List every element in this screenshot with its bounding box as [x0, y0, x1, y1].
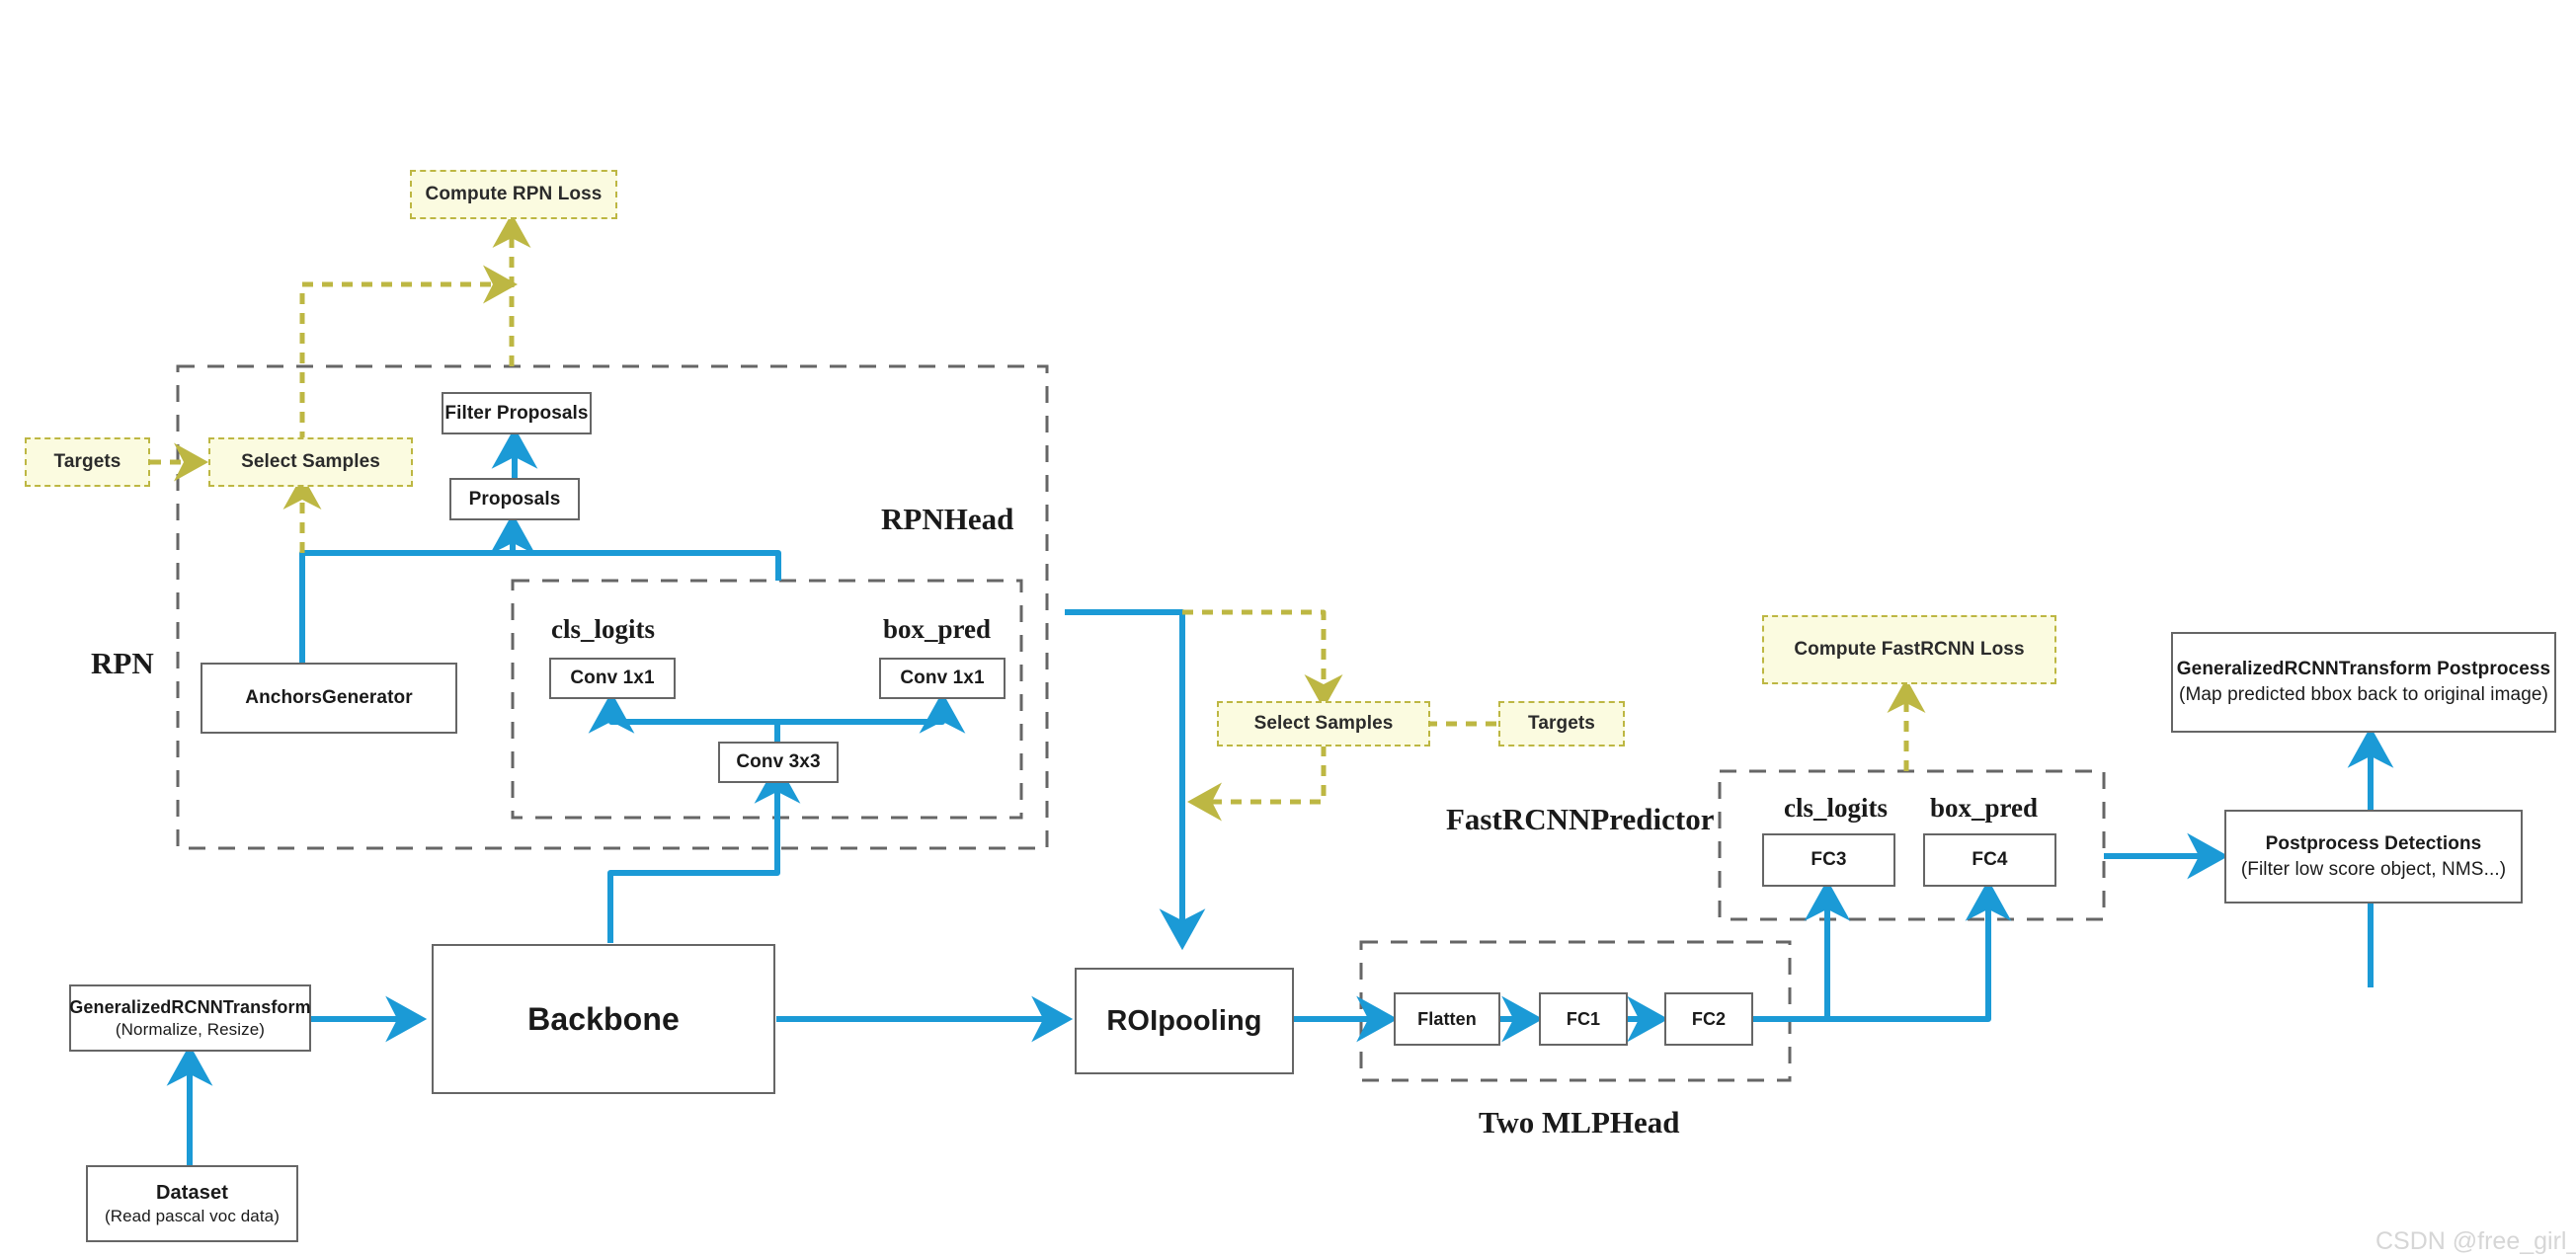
node-select-samples-frcnn[interactable]: Select Samples — [1217, 701, 1430, 747]
node-fc1[interactable]: FC1 — [1539, 992, 1628, 1046]
node-backbone[interactable]: Backbone — [432, 944, 775, 1094]
group-label-fastrcnnpredictor: FastRCNNPredictor — [1446, 802, 1715, 836]
node-sublabel: (Read pascal voc data) — [104, 1206, 280, 1225]
label-rpn-cls-logits: cls_logits — [551, 614, 655, 644]
node-label: FC4 — [1972, 849, 2008, 870]
node-fc2[interactable]: FC2 — [1664, 992, 1753, 1046]
node-sublabel: (Filter low score object, NMS...) — [2240, 858, 2507, 880]
group-label-rpn: RPN — [91, 646, 154, 680]
label-rpn-box-pred: box_pred — [883, 614, 992, 644]
node-label: Filter Proposals — [444, 402, 589, 424]
node-label: Targets — [53, 451, 121, 472]
node-select-samples-rpn[interactable]: Select Samples — [208, 437, 413, 487]
node-label: Select Samples — [241, 451, 380, 472]
node-label: GeneralizedRCNNTransform Postprocess — [2176, 659, 2551, 680]
node-label: Dataset — [156, 1181, 228, 1204]
node-rpn-conv1x1-box[interactable]: Conv 1x1 — [879, 658, 1006, 699]
node-label: GeneralizedRCNNTransform — [69, 997, 311, 1018]
edge-conv3x3-to-cls — [588, 691, 780, 743]
node-dataset[interactable]: Dataset (Read pascal voc data) — [86, 1165, 298, 1242]
label-frcnn-box-pred: box_pred — [1930, 793, 2039, 823]
watermark: CSDN @free_girl_fang — [2375, 1227, 2576, 1255]
edge-fc2-to-fc3 — [1753, 879, 1851, 1022]
edge-conv3x3-to-box — [774, 691, 966, 743]
edge-rpnhead-trunk-left — [299, 550, 513, 664]
node-rpn-conv1x1-cls[interactable]: Conv 1x1 — [549, 658, 676, 699]
node-flatten[interactable]: Flatten — [1394, 992, 1500, 1046]
node-proposals[interactable]: Proposals — [449, 478, 580, 520]
node-anchors-generator[interactable]: AnchorsGenerator — [201, 663, 457, 734]
edge-selectsamples-frcnn-loopback — [1187, 746, 1327, 822]
node-rpn-conv3x3[interactable]: Conv 3x3 — [718, 742, 839, 783]
node-compute-rpn-loss[interactable]: Compute RPN Loss — [410, 170, 617, 219]
edge-rpn-to-roipooling — [1065, 609, 1206, 951]
label-frcnn-cls-logits: cls_logits — [1784, 793, 1888, 823]
node-label: ROIpooling — [1106, 1004, 1262, 1037]
group-label-rpnhead: RPNHead — [881, 502, 1014, 536]
node-label: Conv 1x1 — [570, 668, 655, 688]
node-postprocess-detections[interactable]: Postprocess Detections (Filter low score… — [2224, 810, 2523, 904]
node-sublabel: (Normalize, Resize) — [115, 1019, 266, 1039]
edge-fc2-to-fc4 — [1827, 887, 1991, 1022]
node-label: Conv 1x1 — [900, 668, 985, 688]
node-label: Conv 3x3 — [736, 751, 821, 772]
node-filter-proposals[interactable]: Filter Proposals — [442, 392, 592, 434]
node-label: Proposals — [468, 488, 561, 510]
node-roipooling[interactable]: ROIpooling — [1075, 968, 1294, 1074]
node-compute-fastrcnn-loss[interactable]: Compute FastRCNN Loss — [1762, 615, 2056, 684]
diagram-canvas: Compute RPN Loss Targets Select Samples … — [0, 0, 2576, 1258]
node-targets-rpn[interactable]: Targets — [25, 437, 150, 487]
edge-proposals-to-selectsamples-frcnn — [1182, 609, 1343, 709]
node-label: AnchorsGenerator — [245, 687, 413, 708]
edge-rpnhead-to-proposals — [489, 512, 781, 581]
node-generalized-rcnn-transform-postprocess[interactable]: GeneralizedRCNNTransform Postprocess (Ma… — [2171, 632, 2556, 733]
group-label-two-mlphead: Two MLPHead — [1479, 1105, 1680, 1140]
node-label: FC3 — [1811, 849, 1847, 870]
node-label: Postprocess Detections — [2265, 832, 2482, 854]
node-label: Backbone — [527, 1000, 680, 1037]
node-generalized-rcnn-transform[interactable]: GeneralizedRCNNTransform (Normalize, Res… — [69, 984, 311, 1052]
edge-backbone-to-conv3x3 — [607, 761, 801, 943]
node-fc3[interactable]: FC3 — [1762, 833, 1895, 887]
node-fc4[interactable]: FC4 — [1923, 833, 2056, 887]
node-label: Targets — [1528, 713, 1595, 734]
node-label: Flatten — [1417, 1008, 1477, 1029]
node-label: FC2 — [1691, 1008, 1727, 1029]
node-label: FC1 — [1566, 1008, 1601, 1029]
node-label: Compute RPN Loss — [425, 184, 603, 204]
node-label: Compute FastRCNN Loss — [1794, 639, 2025, 660]
node-targets-frcnn[interactable]: Targets — [1498, 701, 1625, 747]
node-label: Select Samples — [1253, 713, 1394, 734]
node-sublabel: (Map predicted bbox back to original ima… — [2179, 684, 2548, 705]
